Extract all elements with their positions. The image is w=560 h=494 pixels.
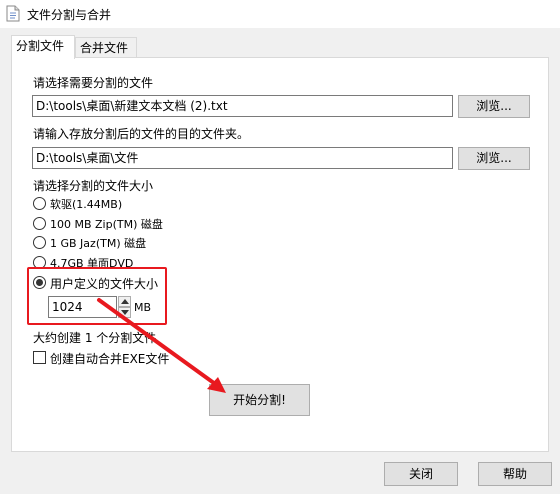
radio-floppy[interactable] bbox=[33, 197, 46, 210]
dest-folder-label: 请输入存放分割后的文件的目的文件夹。 bbox=[33, 127, 250, 141]
tab-split-file[interactable]: 分割文件 bbox=[11, 35, 75, 59]
file-icon bbox=[6, 5, 20, 22]
source-file-input[interactable]: D:\tools\桌面\新建文本文档 (2).txt bbox=[32, 95, 453, 117]
close-button[interactable]: 关闭 bbox=[384, 462, 458, 486]
create-exe-label: 创建自动合并EXE文件 bbox=[50, 352, 170, 366]
window-title: 文件分割与合并 bbox=[27, 8, 112, 22]
radio-zip[interactable] bbox=[33, 217, 46, 230]
radio-zip-label: 100 MB Zip(TM) 磁盘 bbox=[50, 218, 163, 231]
help-button[interactable]: 帮助 bbox=[478, 462, 552, 486]
tab-label: 分割文件 bbox=[16, 39, 65, 53]
browse-dest-button[interactable]: 浏览... bbox=[458, 147, 530, 170]
tab-label: 合并文件 bbox=[80, 41, 129, 55]
source-file-label: 请选择需要分割的文件 bbox=[33, 76, 154, 90]
browse-source-button[interactable]: 浏览... bbox=[458, 95, 530, 118]
start-split-button[interactable]: 开始分割! bbox=[209, 384, 310, 416]
annotation-highlight-box bbox=[27, 267, 167, 325]
radio-floppy-label: 软驱(1.44MB) bbox=[50, 198, 123, 211]
estimate-text: 大约创建 1 个分割文件 bbox=[33, 331, 157, 345]
radio-jaz-label: 1 GB Jaz(TM) 磁盘 bbox=[50, 237, 147, 250]
create-exe-checkbox[interactable] bbox=[33, 351, 46, 364]
dest-folder-input[interactable]: D:\tools\桌面\文件 bbox=[32, 147, 453, 169]
split-size-label: 请选择分割的文件大小 bbox=[33, 179, 154, 193]
radio-jaz[interactable] bbox=[33, 236, 46, 249]
tab-merge-file[interactable]: 合并文件 bbox=[75, 37, 137, 59]
